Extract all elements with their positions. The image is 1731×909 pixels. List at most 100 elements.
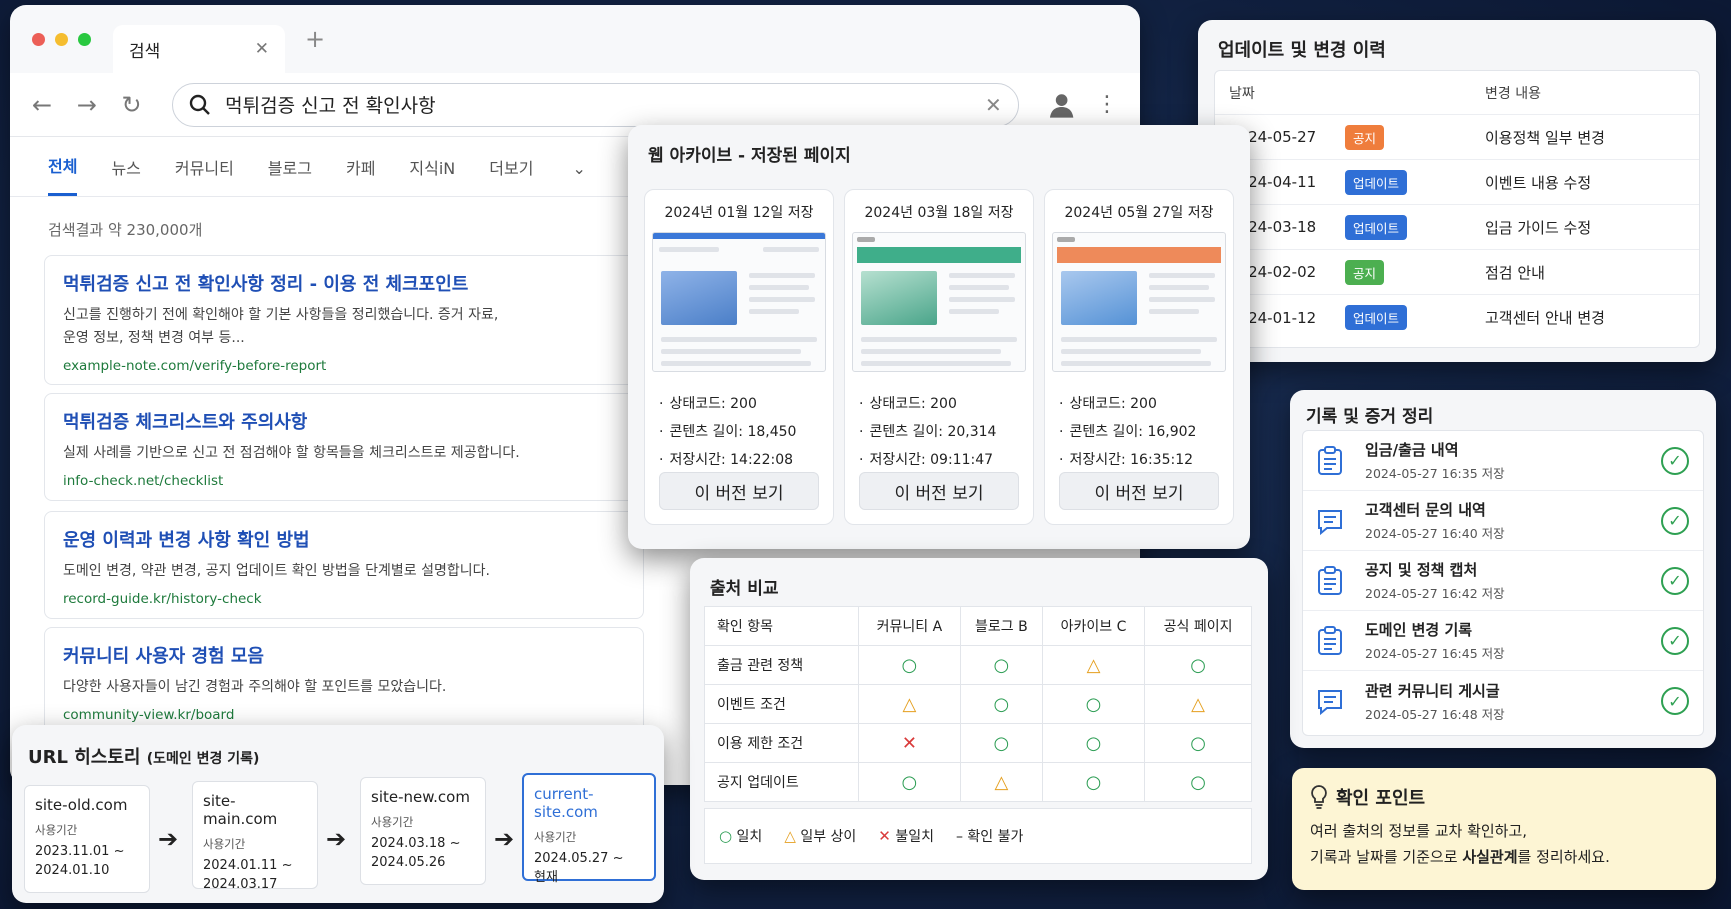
- message-icon: [1318, 690, 1342, 716]
- view-version-button[interactable]: 이 버전 보기: [859, 472, 1019, 510]
- compare-legend: ○ 일치 △ 일부 상이 ✕ 불일치 – 확인 불가: [704, 808, 1252, 864]
- partial-icon: △: [902, 693, 917, 715]
- close-tab-icon[interactable]: ✕: [255, 39, 269, 59]
- match-icon: ○: [1190, 732, 1206, 754]
- evidence-item[interactable]: 고객센터 문의 내역 2024-05-27 16:40 저장 ✓: [1303, 491, 1703, 551]
- reload-icon[interactable]: ↻: [121, 91, 166, 119]
- search-input[interactable]: 먹튀검증 신고 전 확인사항 ✕: [172, 82, 1019, 127]
- close-window-button[interactable]: [32, 32, 45, 46]
- compare-row: 공지 업데이트 ○ △ ○ ○: [704, 762, 1252, 802]
- tab-all[interactable]: 전체: [48, 137, 78, 196]
- compare-header-row: 확인 항목 커뮤니티 A 블로그 B 아카이브 C 공식 페이지: [704, 606, 1252, 646]
- message-icon: [1318, 509, 1342, 535]
- match-icon: ○: [1085, 732, 1102, 754]
- result-description: 실제 사례를 기반으로 신고 전 점검해야 할 항목들을 체크리스트로 제공합니…: [63, 445, 520, 461]
- match-icon: ○: [1190, 771, 1206, 793]
- compare-row: 출금 관련 정책 ○ ○ △ ○: [704, 645, 1252, 685]
- browser-tab[interactable]: 검색 ✕: [113, 25, 285, 73]
- history-row: 2024-03-18 업데이트 입금 가이드 수정: [1215, 205, 1699, 250]
- tip-body: 여러 출처의 정보를 교차 확인하고, 기록과 날짜를 기준으로 사실관계를 정리…: [1310, 822, 1610, 866]
- forward-icon[interactable]: →: [77, 91, 122, 119]
- status-badge: 공지: [1345, 124, 1385, 150]
- arrow-right-icon: ➔: [326, 825, 347, 853]
- tab-more[interactable]: 더보기 ⌄: [489, 139, 586, 195]
- check-point-panel: 확인 포인트 여러 출처의 정보를 교차 확인하고, 기록과 날짜를 기준으로 사…: [1292, 768, 1716, 890]
- search-result[interactable]: 운영 이력과 변경 사항 확인 방법 도메인 변경, 약관 변경, 공지 업데이…: [44, 511, 644, 619]
- archive-date: 2024년 01월 12일 저장: [664, 205, 814, 221]
- compare-table: 확인 항목 커뮤니티 A 블로그 B 아카이브 C 공식 페이지 출금 관련 정책 ○ ○ △…: [704, 606, 1252, 802]
- tab-title: 검색: [129, 41, 161, 62]
- evidence-panel: 기록 및 증거 정리 입금/출금 내역 2024-05-27 16:35 저장 ✓ …: [1290, 390, 1716, 748]
- lightbulb-icon: [1311, 785, 1327, 809]
- evidence-item[interactable]: 입금/출금 내역 2024-05-27 16:35 저장 ✓: [1303, 431, 1703, 491]
- search-result[interactable]: 커뮤니티 사용자 경험 모음 다양한 사용자들이 남긴 경험과 주의해야 할 포…: [44, 627, 644, 735]
- status-badge: 업데이트: [1345, 169, 1408, 195]
- match-icon: ○: [901, 654, 918, 676]
- tab-news[interactable]: 뉴스: [111, 139, 140, 195]
- result-url[interactable]: example-note.com/verify-before-report: [63, 358, 625, 374]
- page-thumbnail: [1052, 232, 1226, 372]
- archive-title: 웹 아카이브 - 저장된 페이지: [648, 146, 851, 166]
- history-row: 2024-05-27 공지 이용정책 일부 변경: [1215, 115, 1699, 160]
- source-compare-panel: 출처 비교 확인 항목 커뮤니티 A 블로그 B 아카이브 C 공식 페이지 출금 관련…: [690, 558, 1268, 880]
- view-version-button[interactable]: 이 버전 보기: [1059, 472, 1219, 510]
- result-description: 다양한 사용자들이 남긴 경험과 주의해야 할 포인트를 모았습니다.: [63, 679, 447, 695]
- partial-icon: △: [994, 771, 1009, 793]
- arrow-right-icon: ➔: [494, 825, 515, 853]
- search-result[interactable]: 먹튀검증 체크리스트와 주의사항 실제 사례를 기반으로 신고 전 점검해야 할…: [44, 393, 644, 501]
- check-icon: ✓: [1661, 446, 1689, 475]
- tab-community[interactable]: 커뮤니티: [175, 139, 234, 195]
- minimize-window-button[interactable]: [55, 32, 68, 46]
- result-url[interactable]: record-guide.kr/history-check: [63, 591, 625, 607]
- result-description: 도메인 변경, 약관 변경, 공지 업데이트 확인 방법을 단계별로 설명합니다…: [63, 563, 490, 579]
- result-title[interactable]: 커뮤니티 사용자 경험 모음: [63, 642, 625, 668]
- back-icon[interactable]: ←: [32, 91, 77, 119]
- search-result[interactable]: 먹튀검증 신고 전 확인사항 정리 - 이용 전 체크포인트 신고를 진행하기 …: [44, 255, 644, 385]
- compare-row: 이용 제한 조건 ✕ ○ ○ ○: [704, 723, 1252, 763]
- update-history-panel: 업데이트 및 변경 이력 날짜 변경 내용 2024-05-27 공지 이용정책 일부…: [1198, 20, 1716, 362]
- check-icon: ✓: [1661, 687, 1689, 715]
- evidence-item[interactable]: 공지 및 정책 캡처 2024-05-27 16:42 저장 ✓: [1303, 551, 1703, 611]
- evidence-item[interactable]: 도메인 변경 기록 2024-05-27 16:45 저장 ✓: [1303, 611, 1703, 671]
- tab-kin[interactable]: 지식iN: [409, 139, 455, 195]
- match-icon: ○: [1190, 654, 1206, 676]
- result-title[interactable]: 운영 이력과 변경 사항 확인 방법: [63, 526, 625, 552]
- result-count: 검색결과 약 230,000개: [48, 221, 203, 239]
- result-title[interactable]: 먹튀검증 신고 전 확인사항 정리 - 이용 전 체크포인트: [63, 270, 625, 296]
- match-icon: ○: [993, 654, 1010, 676]
- domain-card: site-new.com 사용기간 2024.03.18 ~2024.05.26: [360, 777, 486, 885]
- match-icon: ○: [1085, 771, 1102, 793]
- match-icon: ○: [993, 732, 1010, 754]
- result-url[interactable]: info-check.net/checklist: [63, 473, 625, 489]
- archive-date: 2024년 05월 27일 저장: [1064, 205, 1214, 221]
- tab-cafe[interactable]: 카페: [346, 139, 375, 195]
- clipboard-icon: [1318, 625, 1342, 655]
- clipboard-icon: [1318, 445, 1342, 475]
- tab-blog[interactable]: 블로그: [268, 139, 312, 195]
- archive-date: 2024년 03월 18일 저장: [864, 205, 1014, 221]
- archive-version: 2024년 05월 27일 저장 상태코드: 200콘텐츠 길이: 16,902…: [1044, 189, 1234, 525]
- new-tab-button[interactable]: +: [305, 25, 325, 53]
- result-url[interactable]: community-view.kr/board: [63, 707, 625, 723]
- mismatch-icon: ✕: [901, 732, 917, 754]
- clipboard-icon: [1318, 565, 1342, 595]
- archive-meta: 상태코드: 200콘텐츠 길이: 16,902저장시간: 16:35:12: [1059, 390, 1233, 474]
- history-table: 날짜 변경 내용 2024-05-27 공지 이용정책 일부 변경 2024-04-1…: [1214, 70, 1700, 348]
- history-row: 2024-01-12 업데이트 고객센터 안내 변경: [1215, 295, 1699, 340]
- domain-card-current: current-site.com 사용기간 2024.05.27 ~ 현재: [522, 773, 656, 885]
- domain-card: site-old.com 사용기간 2023.11.01 ~2024.01.10: [24, 785, 150, 893]
- result-title[interactable]: 먹튀검증 체크리스트와 주의사항: [63, 408, 625, 434]
- compare-row: 이벤트 조건 △ ○ ○ △: [704, 684, 1252, 724]
- maximize-window-button[interactable]: [78, 32, 91, 46]
- page-thumbnail: [652, 232, 826, 372]
- search-icon: [189, 94, 211, 115]
- history-row: 2024-02-02 공지 점검 안내: [1215, 250, 1699, 295]
- status-badge: 업데이트: [1345, 214, 1408, 240]
- more-menu-icon[interactable]: ⋮: [1096, 92, 1118, 117]
- match-icon: ○: [1085, 693, 1102, 715]
- clear-search-icon[interactable]: ✕: [985, 93, 1002, 117]
- profile-icon[interactable]: [1049, 92, 1074, 118]
- evidence-item[interactable]: 관련 커뮤니티 게시글 2024-05-27 16:48 저장 ✓: [1303, 671, 1703, 731]
- status-badge: 업데이트: [1345, 305, 1408, 330]
- view-version-button[interactable]: 이 버전 보기: [659, 472, 819, 510]
